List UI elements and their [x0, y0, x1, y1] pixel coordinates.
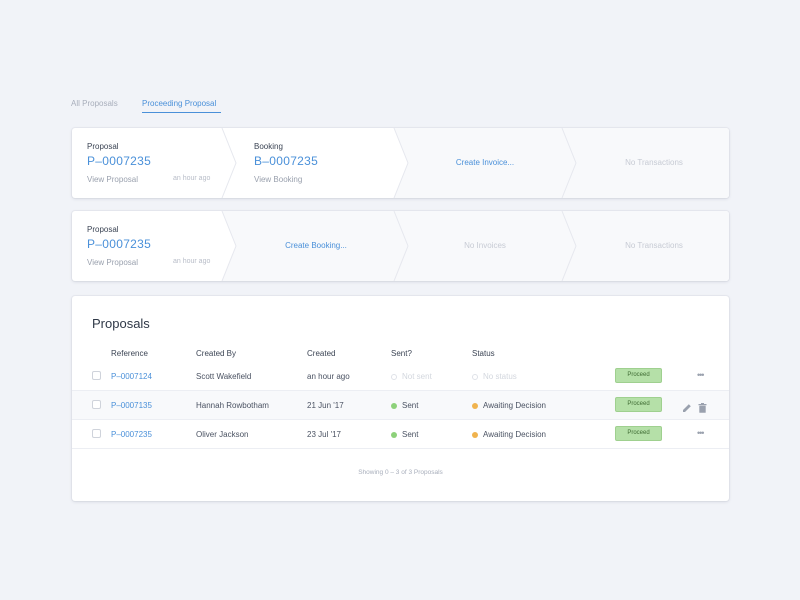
- proceed-button[interactable]: Proceed: [615, 426, 662, 441]
- stage-label: Booking: [254, 142, 283, 151]
- table-row[interactable]: P–0007124 Scott Wakefield an hour ago No…: [72, 362, 729, 391]
- stage-proposal: Proposal P–0007235 View Proposal an hour…: [87, 211, 222, 281]
- stage-booking: Create Booking...: [236, 211, 396, 281]
- pipeline-card: Proposal P–0007235 View Proposal an hour…: [72, 211, 729, 281]
- row-checkbox[interactable]: [92, 400, 101, 409]
- create-invoice-link[interactable]: Create Invoice...: [405, 158, 565, 167]
- booking-code-link[interactable]: B–0007235: [254, 154, 318, 168]
- status-text: Awaiting Decision: [483, 430, 546, 439]
- proceed-button[interactable]: Proceed: [615, 368, 662, 383]
- proposal-status: Awaiting Decision: [472, 401, 546, 410]
- proceed-button[interactable]: Proceed: [615, 397, 662, 412]
- reference-link[interactable]: P–0007135: [111, 401, 152, 410]
- status-text: Awaiting Decision: [483, 401, 546, 410]
- timestamp: an hour ago: [173, 175, 211, 182]
- stage-label: Proposal: [87, 142, 119, 151]
- sent-dot-icon: [391, 431, 397, 438]
- proposal-status: No status: [472, 372, 517, 381]
- column-header-created-by[interactable]: Created By: [196, 349, 236, 358]
- pipeline-card: Proposal P–0007235 View Proposal an hour…: [72, 128, 729, 198]
- more-icon[interactable]: •••: [697, 370, 705, 380]
- column-header-sent[interactable]: Sent?: [391, 349, 412, 358]
- proposal-status: Awaiting Decision: [472, 430, 546, 439]
- no-transactions-text: No Transactions: [625, 158, 683, 167]
- awaiting-dot-icon: [472, 402, 478, 409]
- table-row[interactable]: P–0007235 Oliver Jackson 23 Jul '17 Sent…: [72, 420, 729, 449]
- proposal-code-link[interactable]: P–0007235: [87, 237, 151, 251]
- tab-all-proposals[interactable]: All Proposals: [71, 99, 118, 108]
- created-date: 23 Jul '17: [307, 430, 341, 439]
- no-invoices-text: No Invoices: [464, 241, 506, 250]
- proposals-card: Proposals Reference Created By Created S…: [72, 296, 729, 501]
- status-text: No status: [483, 372, 517, 381]
- awaiting-dot-icon: [472, 431, 478, 438]
- created-date: 21 Jun '17: [307, 401, 344, 410]
- column-header-created[interactable]: Created: [307, 349, 335, 358]
- stage-transactions: No Transactions: [574, 128, 729, 198]
- created-by: Oliver Jackson: [196, 430, 249, 439]
- no-status-dot-icon: [472, 373, 478, 380]
- view-proposal-link[interactable]: View Proposal: [87, 175, 138, 184]
- column-header-reference[interactable]: Reference: [111, 349, 148, 358]
- created-date: an hour ago: [307, 372, 350, 381]
- trash-icon[interactable]: [698, 400, 707, 418]
- sent-dot-icon: [391, 402, 397, 409]
- tab-proceeding-proposal[interactable]: Proceeding Proposal: [142, 99, 221, 113]
- create-booking-link[interactable]: Create Booking...: [236, 241, 396, 250]
- section-title: Proposals: [92, 316, 150, 331]
- stage-transactions: No Transactions: [574, 211, 729, 281]
- row-checkbox[interactable]: [92, 371, 101, 380]
- row-checkbox[interactable]: [92, 429, 101, 438]
- sent-text: Not sent: [402, 372, 432, 381]
- timestamp: an hour ago: [173, 258, 211, 265]
- no-transactions-text: No Transactions: [625, 241, 683, 250]
- sent-text: Sent: [402, 430, 419, 439]
- column-header-status[interactable]: Status: [472, 349, 495, 358]
- table-row[interactable]: P–0007135 Hannah Rowbotham 21 Jun '17 Se…: [72, 391, 729, 420]
- sent-status: Not sent: [391, 372, 432, 381]
- more-icon[interactable]: •••: [697, 428, 705, 438]
- stage-booking: Booking B–0007235 View Booking: [254, 128, 384, 198]
- created-by: Scott Wakefield: [196, 372, 252, 381]
- view-proposal-link[interactable]: View Proposal: [87, 258, 138, 267]
- view-booking-link[interactable]: View Booking: [254, 175, 302, 184]
- reference-link[interactable]: P–0007124: [111, 372, 152, 381]
- created-by: Hannah Rowbotham: [196, 401, 269, 410]
- not-sent-dot-icon: [391, 373, 397, 380]
- pagination-summary: Showing 0 – 3 of 3 Proposals: [358, 469, 443, 476]
- stage-label: Proposal: [87, 225, 119, 234]
- sent-status: Sent: [391, 430, 418, 439]
- stage-invoice: Create Invoice...: [405, 128, 565, 198]
- reference-link[interactable]: P–0007235: [111, 430, 152, 439]
- sent-status: Sent: [391, 401, 418, 410]
- edit-icon[interactable]: [682, 400, 692, 418]
- stage-invoice: No Invoices: [405, 211, 565, 281]
- sent-text: Sent: [402, 401, 419, 410]
- proposal-code-link[interactable]: P–0007235: [87, 154, 151, 168]
- stage-proposal: Proposal P–0007235 View Proposal an hour…: [87, 128, 222, 198]
